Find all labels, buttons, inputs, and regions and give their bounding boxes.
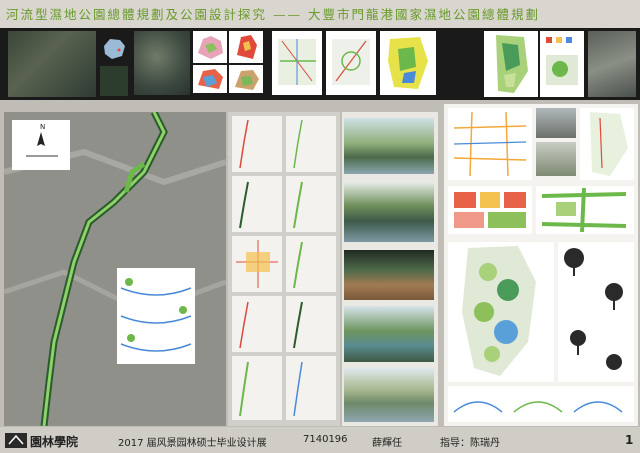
street-photo-2 xyxy=(536,142,576,176)
province-map-thumbnail-1 xyxy=(193,31,227,63)
road-network-diagram xyxy=(448,108,532,180)
coastal-satellite-thumbnail xyxy=(134,31,190,95)
sequence-diagram-strip xyxy=(448,386,634,422)
china-map-thumbnail xyxy=(100,34,128,64)
title-bar: 河流型濕地公園總體規劃及公園設計探究 —— 大豐市門龍港國家濕地公園總體規劃 xyxy=(0,0,640,28)
city-plan-thumbnail-2 xyxy=(326,31,376,95)
compass-box: N xyxy=(12,120,70,170)
photo-willow-shore xyxy=(344,368,434,422)
tree-silhouette-panel xyxy=(558,242,634,382)
footer-bar: 園林學院 2017 届风景园林硕士毕业设计展 7140196 薛輝任 指导：陈瑞… xyxy=(0,427,640,453)
city-plan-thumbnail-1 xyxy=(272,31,322,95)
climate-map-thumbnail-2 xyxy=(229,65,263,93)
page-title: 河流型濕地公園總體規劃及公園設計探究 —— 大豐市門龍港國家濕地公園總體規劃 xyxy=(6,7,540,22)
landuse-diagram-1 xyxy=(448,186,532,234)
photo-lake-trees xyxy=(344,118,434,174)
author-name: 薛輝任 xyxy=(372,438,402,449)
site-map-panel: N xyxy=(3,110,227,427)
district-plan-diagram xyxy=(580,108,634,180)
photo-river-reeds xyxy=(344,182,434,242)
student-id: 7140196 xyxy=(303,434,348,445)
top-thumbnail-band xyxy=(0,28,640,100)
masterplan-thumbnail xyxy=(484,31,538,97)
north-label: N xyxy=(40,123,46,131)
school-logo-icon xyxy=(5,433,27,448)
satellite-thumbnail xyxy=(8,31,96,97)
photo-canal xyxy=(344,306,434,362)
exhibition-title: 2017 届风景园林硕士毕业设计展 xyxy=(118,438,267,449)
section-diagram-box xyxy=(117,268,195,364)
planning-chart-thumbnail xyxy=(540,31,584,97)
park-masterplan xyxy=(448,242,554,382)
land-use-thumbnail xyxy=(380,31,436,95)
page-number: 1 xyxy=(625,433,634,447)
region-map-thumbnail xyxy=(100,66,128,96)
landuse-diagram-2 xyxy=(536,186,634,234)
street-photo-1 xyxy=(536,108,576,138)
advisor-name: 指导：陈瑞丹 xyxy=(440,438,500,449)
analysis-column xyxy=(228,112,340,426)
province-map-thumbnail-2 xyxy=(229,31,263,63)
context-satellite-thumbnail xyxy=(588,31,636,97)
school-name: 園林學院 xyxy=(30,435,79,449)
photo-wooden-boardwalk xyxy=(344,250,434,300)
climate-map-thumbnail-1 xyxy=(193,65,227,93)
photo-column xyxy=(342,112,438,426)
design-panel xyxy=(444,104,638,426)
